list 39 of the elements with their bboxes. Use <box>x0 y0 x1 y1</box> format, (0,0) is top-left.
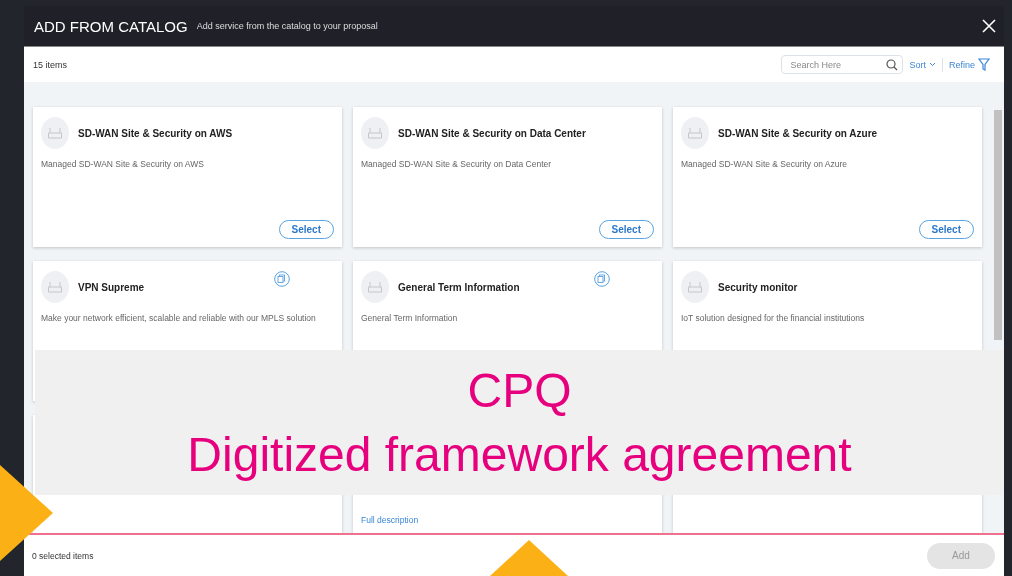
dialog-subtitle: Add service from the catalog to your proposal <box>196 21 378 31</box>
router-icon <box>41 117 69 149</box>
card-description: Managed SD-WAN Site & Security on AWS <box>41 159 205 169</box>
router-icon <box>361 271 389 303</box>
card-title: General Term Information <box>398 281 520 293</box>
card-description: General Term Information <box>361 313 459 323</box>
card-description: Managed SD-WAN Site & Security on Azure <box>681 159 848 169</box>
caret-icon <box>929 62 936 67</box>
card-title: SD-WAN Site & Security on AWS <box>78 127 233 139</box>
full-description-link[interactable]: Full description <box>361 515 419 525</box>
sort-button[interactable]: Sort <box>903 59 942 70</box>
router-icon <box>681 271 709 303</box>
card-title: SD-WAN Site & Security on Azure <box>718 127 878 139</box>
selected-count: 0 selected items <box>32 550 94 561</box>
item-count: 15 items <box>33 59 67 70</box>
copy-icon[interactable] <box>274 271 290 287</box>
filter-icon <box>978 58 990 71</box>
banner-text: Digitized framework agreement <box>187 426 852 483</box>
search-field[interactable]: Search Here <box>781 55 904 74</box>
router-icon <box>361 117 389 149</box>
card-title: VPN Supreme <box>78 281 145 293</box>
refine-button[interactable]: Refine <box>943 58 996 71</box>
search-icon[interactable] <box>886 59 899 71</box>
scrollbar-thumb[interactable] <box>994 110 1002 340</box>
card-description: Make your network efficient, scalable and reliable with our MPLS solution <box>41 313 317 323</box>
dialog-title: ADD FROM CATALOG <box>34 17 188 35</box>
close-icon[interactable] <box>982 19 996 33</box>
card-description: IoT solution designed for the financial institutions <box>681 313 866 323</box>
router-icon <box>41 271 69 303</box>
copy-icon[interactable] <box>594 271 610 287</box>
arrow-icon <box>490 540 568 576</box>
select-button[interactable]: Select <box>918 220 974 239</box>
select-button[interactable]: Select <box>278 220 334 239</box>
card-title: Security monitor <box>718 281 798 293</box>
card-title: SD-WAN Site & Security on Data Center <box>398 127 586 139</box>
banner-text: CPQ <box>467 362 572 419</box>
router-icon <box>681 117 709 149</box>
select-button[interactable]: Select <box>598 220 654 239</box>
card-description: Managed SD-WAN Site & Security on Data Center <box>361 159 553 169</box>
